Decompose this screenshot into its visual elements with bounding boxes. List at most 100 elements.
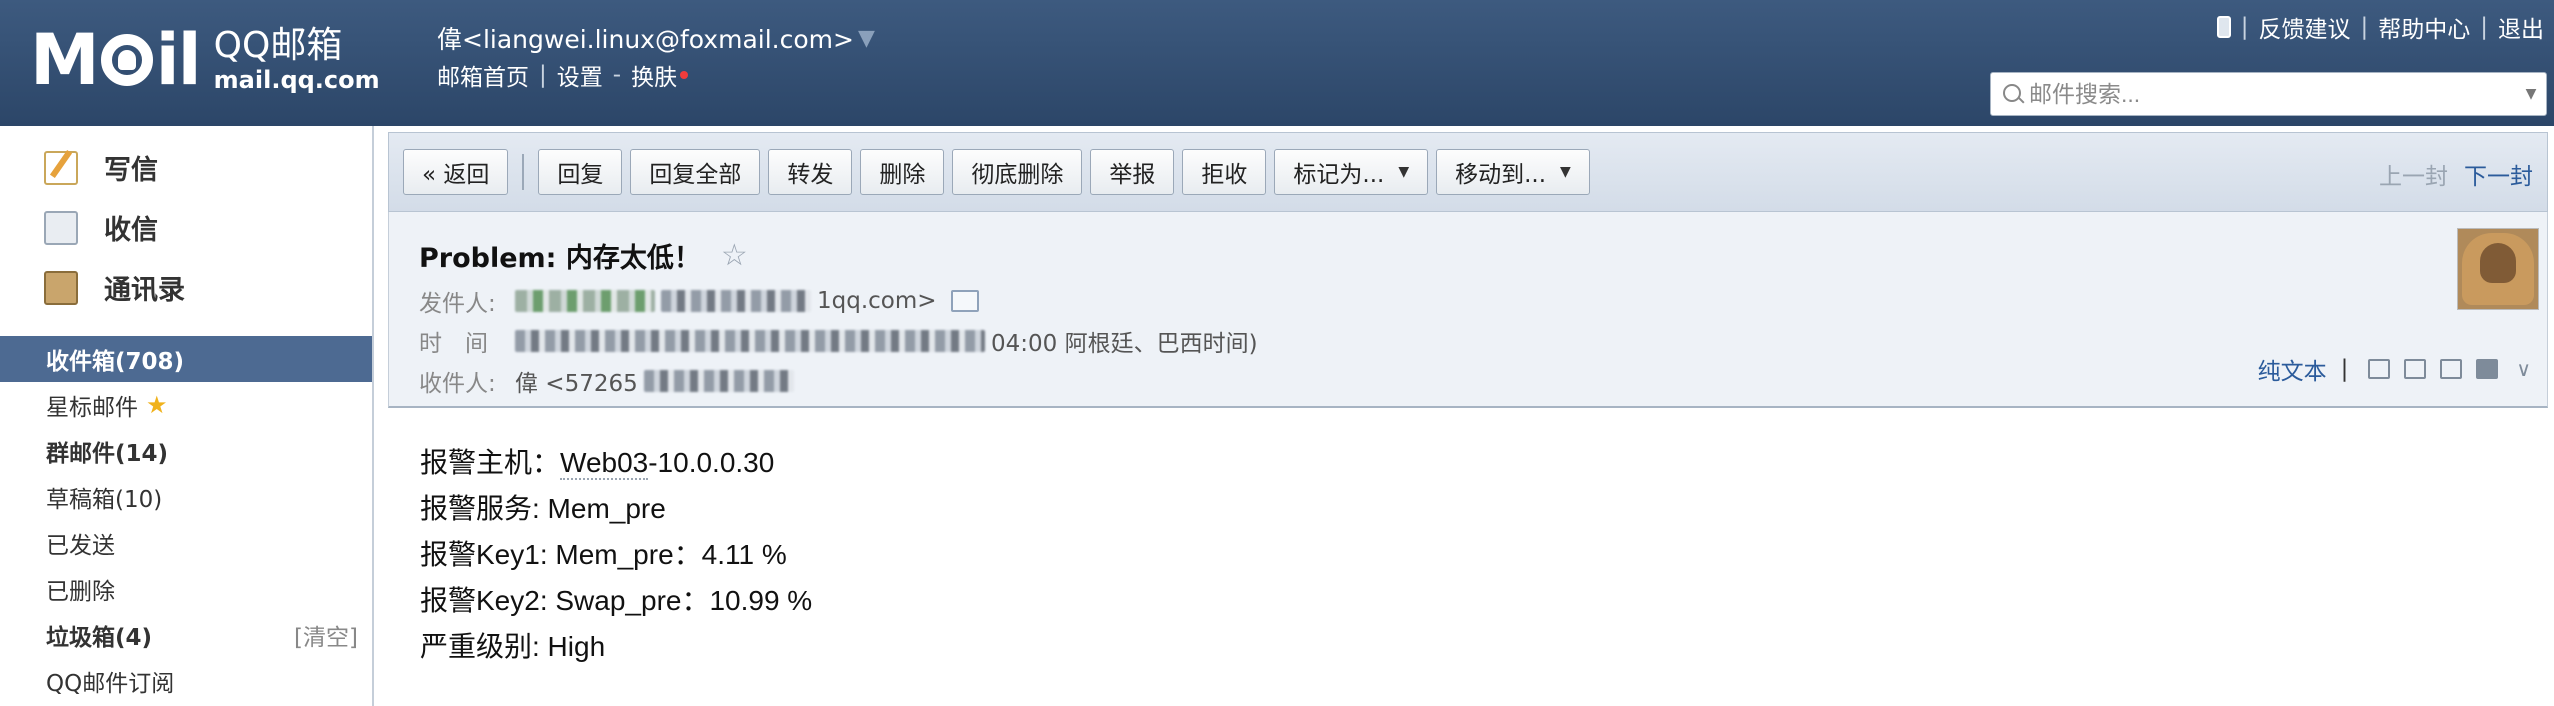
mail-toolbar: « 返回 回复 回复全部 转发 删除 彻底删除 举报 拒收 标记为... ▼ 移…: [388, 132, 2548, 212]
mark-as-label: 标记为...: [1293, 162, 1385, 188]
search-input[interactable]: [2029, 80, 2516, 108]
reject-button[interactable]: 拒收: [1182, 149, 1267, 195]
folder-sent[interactable]: 已发送: [0, 520, 372, 566]
phone-icon[interactable]: [2216, 16, 2231, 38]
move-to-label: 移动到...: [1455, 162, 1547, 188]
folder-label: 星标邮件: [46, 395, 138, 421]
folder-starred[interactable]: 星标邮件 ★: [0, 382, 372, 428]
logo-cn-text: QQ邮箱: [213, 25, 343, 66]
delete-button[interactable]: 删除: [860, 149, 945, 195]
separator: |: [2480, 14, 2488, 40]
mail-header: Problem: 内存太低！ ☆ 发件人: 1qq.com> 时 间 04:00…: [388, 212, 2548, 408]
recipient-visible[interactable]: 偉 <57265: [515, 364, 638, 398]
separator: |: [539, 62, 547, 88]
host-ip: -10.0.0.30: [648, 447, 775, 478]
account-links: 邮箱首页 | 设置 - 换肤: [437, 58, 689, 92]
mail-search: ▼: [1990, 72, 2547, 116]
folder-deleted[interactable]: 已删除: [0, 566, 372, 612]
toolbar-divider: [522, 154, 525, 190]
move-to-dropdown[interactable]: 移动到... ▼: [1436, 149, 1590, 195]
redacted-sender-name: [515, 290, 655, 312]
reply-button[interactable]: 回复: [538, 149, 623, 195]
reply-all-button[interactable]: 回复全部: [630, 149, 761, 195]
link-feedback[interactable]: 反馈建议: [2259, 10, 2351, 44]
folder-inbox[interactable]: 收件箱(708): [0, 336, 372, 382]
prev-mail-link[interactable]: 上一封: [2379, 157, 2448, 191]
contact-card-icon[interactable]: [950, 290, 979, 312]
folder-label: 垃圾箱(4): [46, 625, 153, 651]
link-mail-home[interactable]: 邮箱首页: [437, 58, 529, 92]
redacted-sender-email: [661, 290, 811, 312]
receive-label: 收信: [104, 215, 158, 246]
translate-icon[interactable]: [2404, 359, 2427, 379]
compose-label: 写信: [104, 155, 158, 186]
link-help[interactable]: 帮助中心: [2378, 10, 2470, 44]
folder-label: 已删除: [46, 579, 115, 605]
contacts-button[interactable]: 通讯录: [44, 268, 185, 307]
mail-body: 报警主机：Web03-10.0.0.30 报警服务: Mem_pre 报警Key…: [420, 440, 812, 670]
sender-avatar[interactable]: [2457, 228, 2539, 310]
report-button[interactable]: 举报: [1090, 149, 1175, 195]
separator: |: [2360, 14, 2369, 40]
folder-subscriptions[interactable]: QQ邮件订阅: [0, 658, 372, 704]
mail-subject: Problem: 内存太低！ ☆: [419, 236, 748, 275]
logo-en-text: mail.qq.com: [213, 66, 380, 94]
qq-mail-logo[interactable]: Mil QQ邮箱 mail.qq.com: [30, 20, 380, 100]
clear-spam-link[interactable]: [清空]: [294, 618, 358, 652]
host-label: 报警主机：: [420, 447, 561, 478]
caret-down-icon: ▼: [1398, 164, 1410, 180]
caret-down-icon: ▼: [1560, 164, 1571, 180]
separator: |: [2340, 356, 2349, 382]
folder-group-mail[interactable]: 群邮件(14): [0, 428, 372, 474]
body-line-severity: 严重级别: High: [420, 631, 606, 662]
star-outline-icon[interactable]: ☆: [721, 238, 748, 273]
recipient-label: 收件人:: [419, 371, 496, 397]
sender-row: 发件人: 1qq.com>: [419, 284, 979, 318]
back-button[interactable]: « 返回: [403, 149, 509, 195]
link-skin[interactable]: 换肤: [631, 58, 677, 92]
new-window-icon[interactable]: [2368, 359, 2391, 379]
print-icon[interactable]: [2476, 359, 2499, 379]
next-mail-link[interactable]: 下一封: [2464, 157, 2533, 191]
delete-forever-button[interactable]: 彻底删除: [952, 149, 1083, 195]
mail-view-tools: 纯文本 | ∨: [2258, 352, 2531, 386]
sender-label: 发件人:: [419, 291, 496, 317]
body-line-key1: 报警Key1: Mem_pre：4.11 %: [420, 539, 787, 570]
time-row: 时 间 04:00 阿根廷、巴西时间): [419, 324, 1258, 358]
account-name: 偉<liangwei.linux@foxmail.com>: [437, 25, 854, 54]
mark-as-dropdown[interactable]: 标记为... ▼: [1274, 149, 1429, 195]
recipient-row: 收件人: 偉 <57265: [419, 364, 800, 398]
redacted-recipient: [643, 370, 794, 392]
caret-down-icon: ▼: [857, 25, 875, 51]
chevron-down-icon[interactable]: ∨: [2516, 357, 2531, 381]
folder-label: 收件箱(708): [46, 349, 185, 375]
sidebar: 写信 收信 通讯录 收件箱(708) 星标邮件 ★ 群邮件(14) 草稿箱(10…: [0, 126, 374, 706]
link-logout[interactable]: 退出: [2498, 10, 2544, 44]
subject-text: Problem: 内存太低！: [419, 243, 701, 274]
forward-button[interactable]: 转发: [768, 149, 853, 195]
plain-text-link[interactable]: 纯文本: [2258, 352, 2327, 386]
download-icon[interactable]: [2440, 359, 2463, 379]
folder-list: 收件箱(708) 星标邮件 ★ 群邮件(14) 草稿箱(10) 已发送 已删除 …: [0, 336, 372, 704]
new-dot-icon: [680, 71, 689, 79]
account-switcher[interactable]: 偉<liangwei.linux@foxmail.com> ▼: [437, 20, 875, 56]
receive-button[interactable]: 收信: [44, 208, 158, 247]
redacted-time: [515, 330, 985, 352]
mail-logo-mark: Mil: [30, 19, 202, 101]
top-header: Mil QQ邮箱 mail.qq.com 偉<liangwei.linux@fo…: [0, 0, 2554, 126]
inbox-icon: [44, 210, 78, 245]
sender-email-tail[interactable]: 1qq.com>: [817, 288, 937, 314]
host-name-link[interactable]: Web03: [560, 447, 649, 480]
compose-button[interactable]: 写信: [44, 148, 158, 187]
search-dropdown-icon[interactable]: ▼: [2516, 86, 2546, 102]
compose-icon: [44, 150, 78, 185]
time-label: 时 间: [419, 331, 488, 357]
folder-spam[interactable]: 垃圾箱(4) [清空]: [0, 612, 372, 658]
separator: |: [2240, 14, 2249, 40]
separator: -: [612, 62, 622, 88]
folder-drafts[interactable]: 草稿箱(10): [0, 474, 372, 520]
contacts-icon: [44, 270, 78, 305]
folder-label: 群邮件(14): [46, 441, 169, 467]
body-line-host: 报警主机：Web03-10.0.0.30: [420, 440, 812, 486]
link-settings[interactable]: 设置: [557, 58, 603, 92]
